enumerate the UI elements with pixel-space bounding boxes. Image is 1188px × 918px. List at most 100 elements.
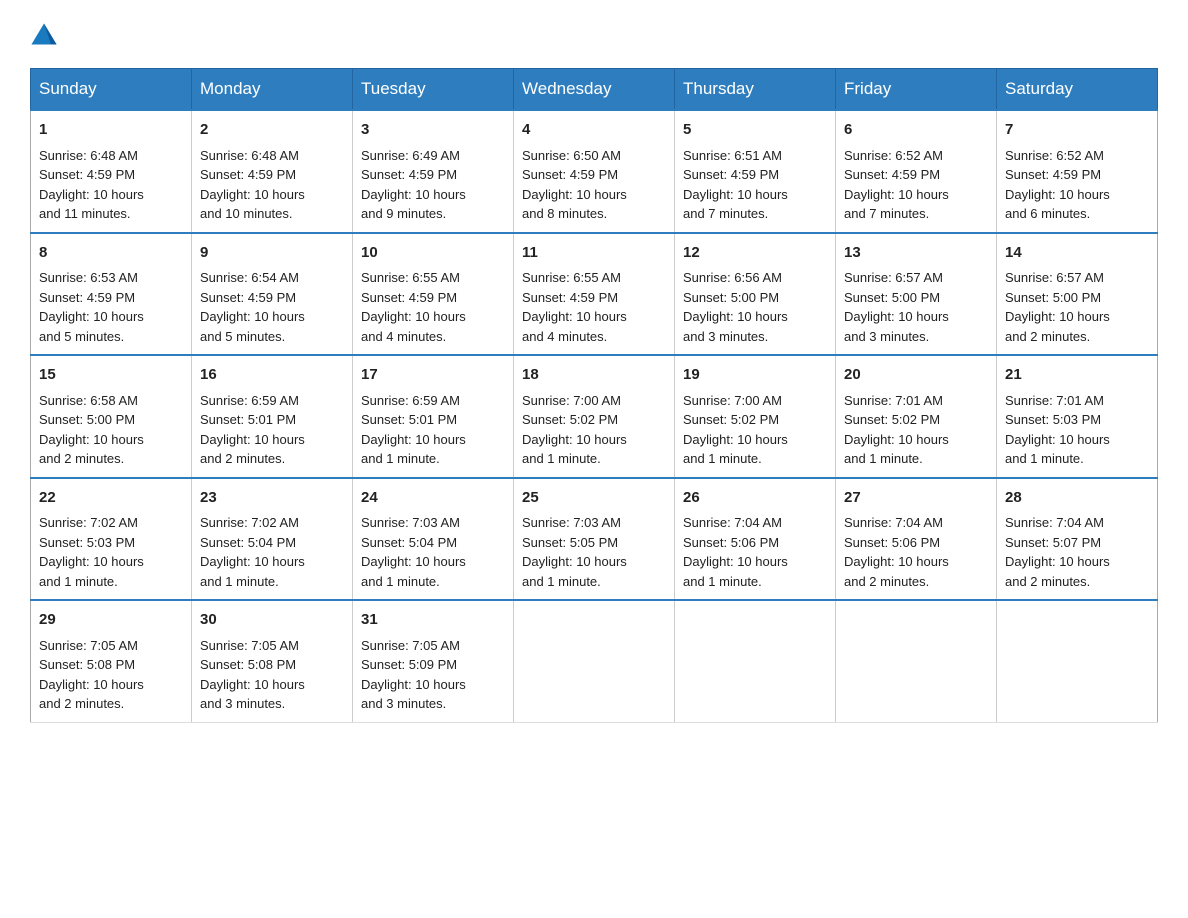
day-info: Sunrise: 6:59 AMSunset: 5:01 PMDaylight:…	[361, 393, 466, 467]
day-info: Sunrise: 6:57 AMSunset: 5:00 PMDaylight:…	[844, 270, 949, 344]
day-number: 17	[361, 364, 505, 387]
calendar-cell: 18 Sunrise: 7:00 AMSunset: 5:02 PMDaylig…	[514, 355, 675, 478]
day-info: Sunrise: 6:53 AMSunset: 4:59 PMDaylight:…	[39, 270, 144, 344]
column-header-sunday: Sunday	[31, 69, 192, 111]
day-number: 3	[361, 119, 505, 142]
calendar-cell: 3 Sunrise: 6:49 AMSunset: 4:59 PMDayligh…	[353, 110, 514, 233]
day-number: 5	[683, 119, 827, 142]
calendar-cell: 12 Sunrise: 6:56 AMSunset: 5:00 PMDaylig…	[675, 233, 836, 356]
calendar-cell: 23 Sunrise: 7:02 AMSunset: 5:04 PMDaylig…	[192, 478, 353, 601]
calendar-cell: 16 Sunrise: 6:59 AMSunset: 5:01 PMDaylig…	[192, 355, 353, 478]
day-info: Sunrise: 7:04 AMSunset: 5:06 PMDaylight:…	[683, 515, 788, 589]
calendar-cell: 17 Sunrise: 6:59 AMSunset: 5:01 PMDaylig…	[353, 355, 514, 478]
day-number: 19	[683, 364, 827, 387]
calendar-cell: 31 Sunrise: 7:05 AMSunset: 5:09 PMDaylig…	[353, 600, 514, 722]
day-info: Sunrise: 7:02 AMSunset: 5:04 PMDaylight:…	[200, 515, 305, 589]
calendar-cell: 15 Sunrise: 6:58 AMSunset: 5:00 PMDaylig…	[31, 355, 192, 478]
day-number: 7	[1005, 119, 1149, 142]
day-info: Sunrise: 7:03 AMSunset: 5:04 PMDaylight:…	[361, 515, 466, 589]
calendar-cell: 10 Sunrise: 6:55 AMSunset: 4:59 PMDaylig…	[353, 233, 514, 356]
day-info: Sunrise: 6:52 AMSunset: 4:59 PMDaylight:…	[844, 148, 949, 222]
day-number: 31	[361, 609, 505, 632]
day-number: 18	[522, 364, 666, 387]
day-number: 11	[522, 242, 666, 265]
calendar-cell: 5 Sunrise: 6:51 AMSunset: 4:59 PMDayligh…	[675, 110, 836, 233]
day-info: Sunrise: 7:05 AMSunset: 5:08 PMDaylight:…	[39, 638, 144, 712]
calendar-cell	[836, 600, 997, 722]
calendar-cell: 9 Sunrise: 6:54 AMSunset: 4:59 PMDayligh…	[192, 233, 353, 356]
day-info: Sunrise: 7:00 AMSunset: 5:02 PMDaylight:…	[683, 393, 788, 467]
calendar-cell	[997, 600, 1158, 722]
calendar-cell: 27 Sunrise: 7:04 AMSunset: 5:06 PMDaylig…	[836, 478, 997, 601]
day-number: 27	[844, 487, 988, 510]
calendar-cell	[514, 600, 675, 722]
day-info: Sunrise: 7:01 AMSunset: 5:02 PMDaylight:…	[844, 393, 949, 467]
page-header	[30, 20, 1158, 48]
day-info: Sunrise: 6:59 AMSunset: 5:01 PMDaylight:…	[200, 393, 305, 467]
day-info: Sunrise: 6:48 AMSunset: 4:59 PMDaylight:…	[39, 148, 144, 222]
day-info: Sunrise: 6:55 AMSunset: 4:59 PMDaylight:…	[361, 270, 466, 344]
day-number: 6	[844, 119, 988, 142]
day-number: 12	[683, 242, 827, 265]
day-number: 20	[844, 364, 988, 387]
column-header-friday: Friday	[836, 69, 997, 111]
day-number: 16	[200, 364, 344, 387]
calendar-cell: 13 Sunrise: 6:57 AMSunset: 5:00 PMDaylig…	[836, 233, 997, 356]
calendar-cell: 26 Sunrise: 7:04 AMSunset: 5:06 PMDaylig…	[675, 478, 836, 601]
logo	[30, 20, 66, 48]
calendar-cell: 22 Sunrise: 7:02 AMSunset: 5:03 PMDaylig…	[31, 478, 192, 601]
calendar-week-5: 29 Sunrise: 7:05 AMSunset: 5:08 PMDaylig…	[31, 600, 1158, 722]
day-info: Sunrise: 7:01 AMSunset: 5:03 PMDaylight:…	[1005, 393, 1110, 467]
day-number: 1	[39, 119, 183, 142]
day-number: 22	[39, 487, 183, 510]
logo-icon	[30, 20, 58, 48]
day-number: 14	[1005, 242, 1149, 265]
calendar-week-2: 8 Sunrise: 6:53 AMSunset: 4:59 PMDayligh…	[31, 233, 1158, 356]
day-number: 9	[200, 242, 344, 265]
day-number: 21	[1005, 364, 1149, 387]
calendar-cell: 4 Sunrise: 6:50 AMSunset: 4:59 PMDayligh…	[514, 110, 675, 233]
day-info: Sunrise: 6:57 AMSunset: 5:00 PMDaylight:…	[1005, 270, 1110, 344]
calendar-cell: 14 Sunrise: 6:57 AMSunset: 5:00 PMDaylig…	[997, 233, 1158, 356]
day-number: 24	[361, 487, 505, 510]
calendar-cell	[675, 600, 836, 722]
day-info: Sunrise: 7:04 AMSunset: 5:06 PMDaylight:…	[844, 515, 949, 589]
day-info: Sunrise: 6:49 AMSunset: 4:59 PMDaylight:…	[361, 148, 466, 222]
day-info: Sunrise: 7:05 AMSunset: 5:09 PMDaylight:…	[361, 638, 466, 712]
calendar-cell: 28 Sunrise: 7:04 AMSunset: 5:07 PMDaylig…	[997, 478, 1158, 601]
calendar-cell: 19 Sunrise: 7:00 AMSunset: 5:02 PMDaylig…	[675, 355, 836, 478]
day-number: 15	[39, 364, 183, 387]
day-info: Sunrise: 6:48 AMSunset: 4:59 PMDaylight:…	[200, 148, 305, 222]
day-info: Sunrise: 6:55 AMSunset: 4:59 PMDaylight:…	[522, 270, 627, 344]
day-number: 13	[844, 242, 988, 265]
day-info: Sunrise: 7:04 AMSunset: 5:07 PMDaylight:…	[1005, 515, 1110, 589]
calendar-cell: 25 Sunrise: 7:03 AMSunset: 5:05 PMDaylig…	[514, 478, 675, 601]
day-number: 4	[522, 119, 666, 142]
day-number: 23	[200, 487, 344, 510]
calendar-cell: 6 Sunrise: 6:52 AMSunset: 4:59 PMDayligh…	[836, 110, 997, 233]
calendar-cell: 11 Sunrise: 6:55 AMSunset: 4:59 PMDaylig…	[514, 233, 675, 356]
day-number: 2	[200, 119, 344, 142]
calendar-cell: 21 Sunrise: 7:01 AMSunset: 5:03 PMDaylig…	[997, 355, 1158, 478]
calendar-table: SundayMondayTuesdayWednesdayThursdayFrid…	[30, 68, 1158, 723]
day-info: Sunrise: 6:58 AMSunset: 5:00 PMDaylight:…	[39, 393, 144, 467]
calendar-cell: 8 Sunrise: 6:53 AMSunset: 4:59 PMDayligh…	[31, 233, 192, 356]
column-header-wednesday: Wednesday	[514, 69, 675, 111]
day-info: Sunrise: 7:02 AMSunset: 5:03 PMDaylight:…	[39, 515, 144, 589]
day-info: Sunrise: 6:52 AMSunset: 4:59 PMDaylight:…	[1005, 148, 1110, 222]
column-header-monday: Monday	[192, 69, 353, 111]
day-info: Sunrise: 7:00 AMSunset: 5:02 PMDaylight:…	[522, 393, 627, 467]
calendar-cell: 30 Sunrise: 7:05 AMSunset: 5:08 PMDaylig…	[192, 600, 353, 722]
day-info: Sunrise: 6:50 AMSunset: 4:59 PMDaylight:…	[522, 148, 627, 222]
day-number: 28	[1005, 487, 1149, 510]
day-number: 10	[361, 242, 505, 265]
calendar-cell: 2 Sunrise: 6:48 AMSunset: 4:59 PMDayligh…	[192, 110, 353, 233]
calendar-cell: 29 Sunrise: 7:05 AMSunset: 5:08 PMDaylig…	[31, 600, 192, 722]
day-number: 26	[683, 487, 827, 510]
day-info: Sunrise: 6:54 AMSunset: 4:59 PMDaylight:…	[200, 270, 305, 344]
column-header-thursday: Thursday	[675, 69, 836, 111]
calendar-cell: 20 Sunrise: 7:01 AMSunset: 5:02 PMDaylig…	[836, 355, 997, 478]
column-header-saturday: Saturday	[997, 69, 1158, 111]
calendar-week-3: 15 Sunrise: 6:58 AMSunset: 5:00 PMDaylig…	[31, 355, 1158, 478]
calendar-cell: 24 Sunrise: 7:03 AMSunset: 5:04 PMDaylig…	[353, 478, 514, 601]
